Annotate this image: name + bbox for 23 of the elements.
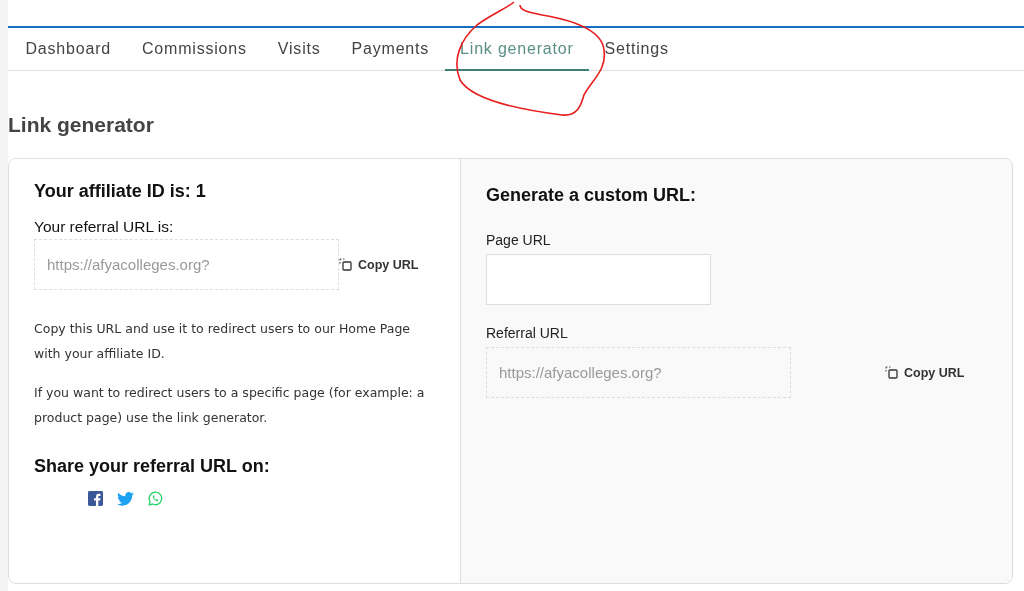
whatsapp-icon[interactable] <box>148 491 163 506</box>
twitter-icon[interactable] <box>117 491 134 506</box>
copy-icon <box>885 366 898 379</box>
referral-url-label: Your referral URL is: <box>34 218 175 236</box>
nav-tab[interactable]: Dashboard <box>10 28 127 71</box>
page-title: Link generator <box>8 113 155 137</box>
page-url-label: Page URL <box>486 232 552 248</box>
copy-url-button[interactable]: Copy URL <box>885 365 965 380</box>
copy-icon <box>339 258 352 271</box>
facebook-icon[interactable] <box>88 491 103 506</box>
nav-tab[interactable]: Link generator <box>444 28 590 71</box>
nav-tab[interactable]: Payments <box>336 28 445 71</box>
copy-url-button[interactable]: Copy URL <box>339 257 419 272</box>
help-text: Copy this URL and use it to redirect users to our Home Page with your affiliate ID. <box>34 320 412 363</box>
share-heading: Share your referral URL on: <box>34 456 271 477</box>
referral-url-label: Referral URL <box>486 325 569 341</box>
custom-url-heading: Generate a custom URL: <box>486 185 698 206</box>
affiliate-id-heading: Your affiliate ID is: 1 <box>34 181 207 202</box>
nav-tab[interactable]: Visits <box>262 28 337 71</box>
nav-tab[interactable]: Commissions <box>126 28 263 71</box>
help-text: If you want to redirect users to a specific page (for example: a product page) use the link generator. <box>34 384 426 427</box>
nav-tab[interactable]: Settings <box>589 28 685 71</box>
page-url-field[interactable] <box>486 254 711 305</box>
